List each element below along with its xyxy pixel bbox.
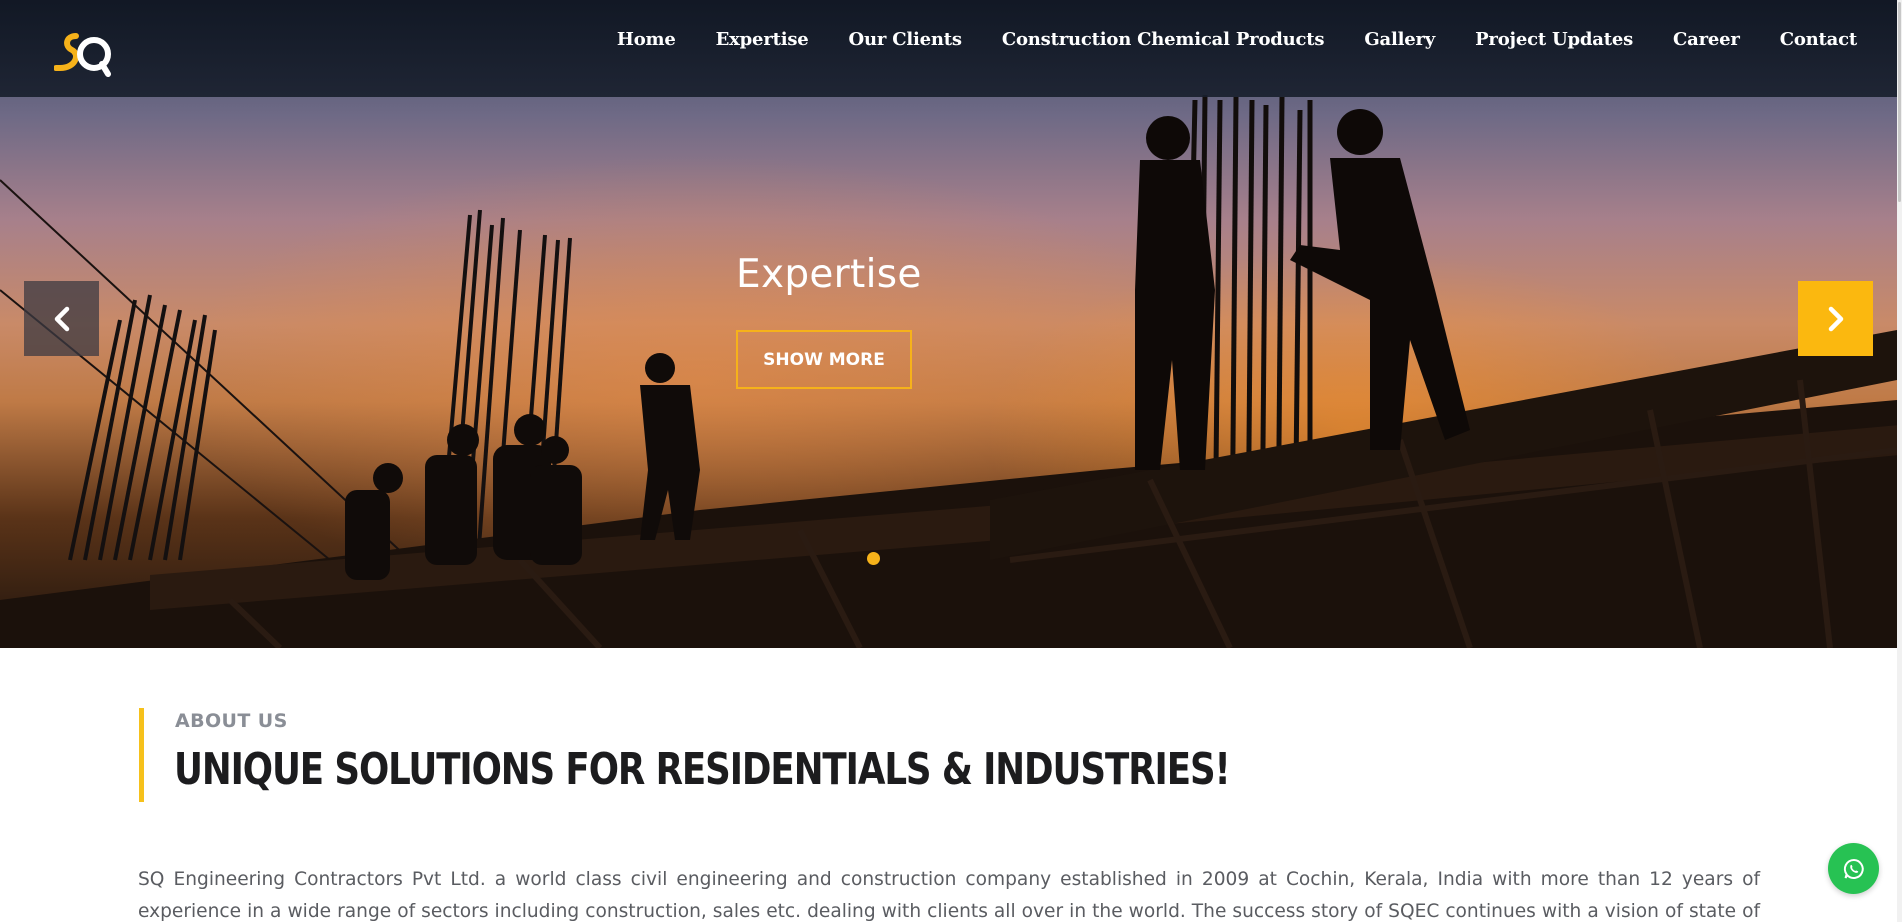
whatsapp-icon bbox=[1843, 858, 1864, 879]
slide-title: Expertise bbox=[736, 252, 922, 297]
about-accent-bar bbox=[139, 708, 144, 802]
about-heading: UNIQUE SOLUTIONS FOR RESIDENTIALS & INDU… bbox=[174, 744, 1231, 795]
construction-workers-image bbox=[0, 94, 1897, 648]
sq-logo-icon[interactable] bbox=[54, 32, 114, 78]
page-scrollbar-thumb[interactable] bbox=[1898, 2, 1901, 202]
about-paragraph: SQ Engineering Contractors Pvt Ltd. a wo… bbox=[138, 869, 1760, 922]
nav-project-updates[interactable]: Project Updates bbox=[1455, 28, 1653, 52]
nav-career[interactable]: Career bbox=[1653, 28, 1760, 52]
hero-slider: Expertise SHOW MORE bbox=[0, 0, 1897, 648]
chevron-right-icon bbox=[1828, 306, 1843, 331]
main-nav: Home Expertise Our Clients Construction … bbox=[597, 28, 1857, 52]
slider-next-button[interactable] bbox=[1798, 281, 1873, 356]
slider-dot-active[interactable] bbox=[867, 552, 880, 565]
nav-contact[interactable]: Contact bbox=[1760, 28, 1857, 52]
nav-our-clients[interactable]: Our Clients bbox=[829, 28, 982, 52]
site-header: Home Expertise Our Clients Construction … bbox=[0, 0, 1897, 97]
chevron-left-icon bbox=[54, 306, 69, 331]
show-more-button[interactable]: SHOW MORE bbox=[736, 330, 912, 389]
nav-home[interactable]: Home bbox=[597, 28, 696, 52]
about-label: ABOUT US bbox=[175, 710, 288, 732]
nav-construction-chemical-products[interactable]: Construction Chemical Products bbox=[982, 28, 1345, 52]
slider-prev-button[interactable] bbox=[24, 281, 99, 356]
nav-expertise[interactable]: Expertise bbox=[696, 28, 829, 52]
whatsapp-button[interactable] bbox=[1828, 843, 1879, 894]
nav-gallery[interactable]: Gallery bbox=[1344, 28, 1455, 52]
